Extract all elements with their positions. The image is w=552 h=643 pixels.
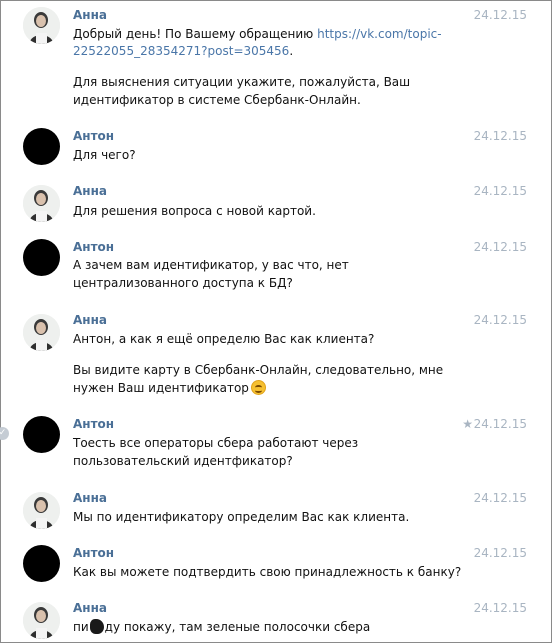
avatar-anton[interactable]: [23, 545, 60, 582]
author-name[interactable]: Анна: [73, 490, 107, 506]
message-date[interactable]: 24.12.15: [474, 416, 527, 432]
avatar-anton[interactable]: [23, 128, 60, 165]
avatar-anna[interactable]: [23, 314, 60, 351]
smile-emoji-icon: [250, 380, 266, 395]
message-text-line: Для выяснения ситуации укажите, пожалуйс…: [73, 75, 411, 89]
check-circle-icon[interactable]: ✓: [0, 427, 9, 440]
author-name[interactable]: Антон: [73, 128, 114, 144]
message-text-line: идентификатор в системе Сбербанк-Онлайн.: [73, 93, 361, 107]
chat-window: Анна 24.12.15 Добрый день! По Вашему обр…: [0, 0, 552, 643]
author-name[interactable]: Анна: [73, 600, 107, 616]
message-text-line: Как вы можете подтвердить свою принадлеж…: [73, 565, 462, 579]
message-text-line: нужен Ваш идентификатор: [73, 380, 266, 396]
avatar-photo: [23, 7, 60, 44]
avatar-anna[interactable]: [23, 7, 60, 44]
message-text: нужен Ваш идентификатор: [73, 381, 249, 395]
author-name[interactable]: Антон: [73, 545, 114, 561]
message-text-line: Мы по идентификатору определим Вас как к…: [73, 510, 410, 524]
message-text-line: А зачем вам идентификатор, у вас что, не…: [73, 258, 349, 272]
avatar-photo: [23, 185, 60, 222]
message-text-line: Антон, а как я ещё определю Вас как клие…: [73, 332, 375, 346]
avatar-anna[interactable]: [23, 602, 60, 639]
avatar-anna[interactable]: [23, 492, 60, 529]
message-link[interactable]: https://vk.com/topic-: [317, 27, 441, 41]
message-date[interactable]: 24.12.15: [474, 312, 527, 328]
author-name[interactable]: Анна: [73, 183, 107, 199]
message-text-line: пользовательский идентфикатор?: [73, 454, 293, 468]
message-text: Добрый день! По Вашему обращению: [73, 27, 318, 41]
avatar-photo: [23, 492, 60, 529]
message-date[interactable]: 24.12.15: [474, 545, 527, 561]
message-text-line: Добрый день! По Вашему обращению https:/…: [73, 26, 442, 42]
message-date[interactable]: 24.12.15: [474, 600, 527, 616]
avatar-anton[interactable]: [23, 416, 60, 453]
author-name[interactable]: Анна: [73, 312, 107, 328]
avatar-anna[interactable]: [23, 185, 60, 222]
message-text-line: Тоесть все операторы сбера работают чере…: [73, 436, 359, 450]
author-name[interactable]: Антон: [73, 239, 114, 255]
avatar-photo: [23, 314, 60, 351]
message-date[interactable]: 24.12.15: [474, 183, 527, 199]
redaction-smudge: [89, 619, 104, 634]
avatar-anton[interactable]: [23, 239, 60, 276]
avatar-photo: [23, 602, 60, 639]
message-text-line: централизованного доступа к БД?: [73, 276, 293, 290]
message-text: ду покажу, там зеленые полосочки сбера: [104, 620, 371, 634]
author-name[interactable]: Анна: [73, 7, 107, 23]
message-text: пи: [73, 620, 89, 634]
message-text-line: Вы видите карту в Сбербанк-Онлайн, следо…: [73, 363, 444, 377]
message-date[interactable]: 24.12.15: [474, 239, 527, 255]
star-icon[interactable]: ★: [462, 416, 473, 432]
message-link[interactable]: 22522055_28354271?post=305456: [73, 44, 289, 58]
message-date[interactable]: 24.12.15: [474, 490, 527, 506]
message-date[interactable]: 24.12.15: [474, 128, 527, 144]
message-text-line: пи ду покажу, там зеленые полосочки сбера: [73, 619, 370, 635]
message-date[interactable]: 24.12.15: [474, 7, 527, 23]
message-text-line: Для решения вопроса с новой картой.: [73, 204, 316, 218]
message-text-line: Для чего?: [73, 148, 136, 162]
author-name[interactable]: Антон: [73, 416, 114, 432]
message-text-line: 22522055_28354271?post=305456.: [73, 43, 293, 59]
message-text: .: [289, 44, 294, 58]
